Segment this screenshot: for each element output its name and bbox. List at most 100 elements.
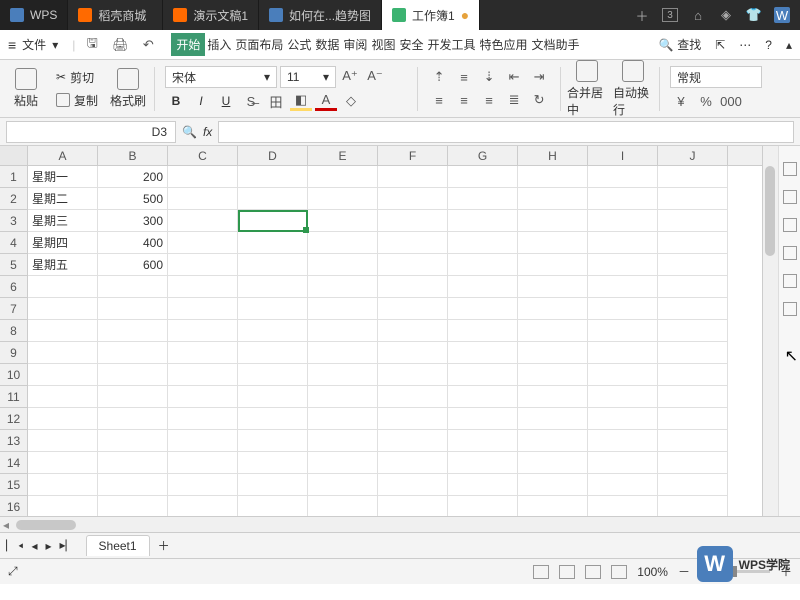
panel-icon[interactable]	[783, 246, 797, 260]
cell[interactable]	[98, 386, 168, 408]
cell[interactable]	[448, 430, 518, 452]
tab-helper[interactable]: 文档助手	[530, 33, 582, 56]
row-header[interactable]: 12	[0, 408, 28, 430]
new-tab-button[interactable]: ＋	[634, 7, 650, 23]
cell[interactable]	[168, 210, 238, 232]
cell[interactable]	[98, 364, 168, 386]
copy-button[interactable]: 复制	[56, 90, 98, 110]
cell[interactable]	[378, 430, 448, 452]
row-header[interactable]: 4	[0, 232, 28, 254]
cell[interactable]	[98, 452, 168, 474]
col-header[interactable]: D	[238, 146, 308, 165]
tab-presentation[interactable]: 演示文稿1	[163, 0, 259, 30]
cell[interactable]	[308, 430, 378, 452]
cell[interactable]	[378, 364, 448, 386]
cell[interactable]	[588, 166, 658, 188]
next-sheet-icon[interactable]: ▸	[45, 539, 51, 553]
cell[interactable]	[308, 364, 378, 386]
cell[interactable]	[588, 342, 658, 364]
cell[interactable]	[238, 210, 308, 232]
cell[interactable]	[448, 320, 518, 342]
cell[interactable]	[308, 188, 378, 210]
indent-right-button[interactable]: ⇥	[528, 67, 550, 87]
cell[interactable]	[28, 386, 98, 408]
cell[interactable]: 200	[98, 166, 168, 188]
cell[interactable]	[168, 386, 238, 408]
cell[interactable]	[448, 298, 518, 320]
cell[interactable]	[238, 254, 308, 276]
clear-format-button[interactable]: ◇	[340, 91, 362, 111]
cell[interactable]	[238, 364, 308, 386]
cell[interactable]	[168, 298, 238, 320]
settings-icon[interactable]: ◈	[718, 7, 734, 23]
cell[interactable]	[238, 320, 308, 342]
wrap-button[interactable]: 自动换行	[613, 60, 653, 118]
prev-sheet-icon[interactable]: ◂	[31, 539, 37, 553]
cell[interactable]: 400	[98, 232, 168, 254]
cell[interactable]	[378, 320, 448, 342]
cell[interactable]: 星期三	[28, 210, 98, 232]
font-select[interactable]: 宋体▾	[165, 66, 277, 88]
cell[interactable]	[448, 408, 518, 430]
row-header[interactable]: 5	[0, 254, 28, 276]
cell[interactable]	[308, 276, 378, 298]
cell[interactable]	[588, 188, 658, 210]
cell[interactable]	[168, 364, 238, 386]
cell[interactable]	[588, 408, 658, 430]
tab-home[interactable]: 开始	[171, 33, 205, 56]
cell[interactable]	[308, 210, 378, 232]
cell[interactable]	[448, 496, 518, 516]
cell[interactable]	[378, 408, 448, 430]
tab-view[interactable]: 视图	[369, 33, 397, 56]
fx-label[interactable]: fx	[203, 125, 212, 139]
cell[interactable]	[308, 254, 378, 276]
cell[interactable]	[588, 430, 658, 452]
cell[interactable]	[98, 320, 168, 342]
cell[interactable]	[308, 408, 378, 430]
tab-data[interactable]: 数据	[313, 33, 341, 56]
name-box[interactable]: D3	[6, 121, 176, 143]
cell[interactable]: 星期一	[28, 166, 98, 188]
cell[interactable]	[98, 342, 168, 364]
cell[interactable]	[658, 430, 728, 452]
col-header[interactable]: C	[168, 146, 238, 165]
percent-button[interactable]: %	[695, 91, 717, 111]
cell[interactable]	[28, 276, 98, 298]
number-format-select[interactable]: 常规	[670, 66, 762, 88]
cell[interactable]	[448, 210, 518, 232]
panel-icon[interactable]	[783, 274, 797, 288]
cell[interactable]	[518, 188, 588, 210]
tab-review[interactable]: 审阅	[341, 33, 369, 56]
cell[interactable]	[98, 496, 168, 516]
cell[interactable]	[378, 254, 448, 276]
cell[interactable]	[168, 408, 238, 430]
size-select[interactable]: 11▾	[280, 66, 336, 88]
justify-button[interactable]: ≣	[503, 90, 525, 110]
cell[interactable]: 星期二	[28, 188, 98, 210]
cell[interactable]	[448, 276, 518, 298]
cell[interactable]	[28, 320, 98, 342]
cell[interactable]	[658, 210, 728, 232]
cell[interactable]	[378, 232, 448, 254]
cell[interactable]	[238, 298, 308, 320]
sheet-tab[interactable]: Sheet1	[86, 535, 150, 556]
cell[interactable]	[448, 166, 518, 188]
account-icon[interactable]: W	[774, 7, 790, 23]
cell[interactable]	[448, 364, 518, 386]
cell[interactable]	[28, 408, 98, 430]
underline-button[interactable]: U	[215, 91, 237, 111]
cell[interactable]	[518, 452, 588, 474]
hamburger-icon[interactable]: ≡	[8, 37, 16, 53]
cell[interactable]	[98, 474, 168, 496]
tab-docer[interactable]: 稻壳商城	[68, 0, 163, 30]
cell[interactable]	[518, 298, 588, 320]
cell[interactable]: 600	[98, 254, 168, 276]
orientation-button[interactable]: ↻	[528, 90, 550, 110]
row-header[interactable]: 1	[0, 166, 28, 188]
cell[interactable]	[168, 430, 238, 452]
cell[interactable]	[168, 496, 238, 516]
tab-workbook[interactable]: 工作簿1●	[382, 0, 480, 30]
cell[interactable]	[588, 276, 658, 298]
zoom-out-button[interactable]: －	[678, 563, 690, 580]
scroll-thumb[interactable]	[16, 520, 76, 530]
